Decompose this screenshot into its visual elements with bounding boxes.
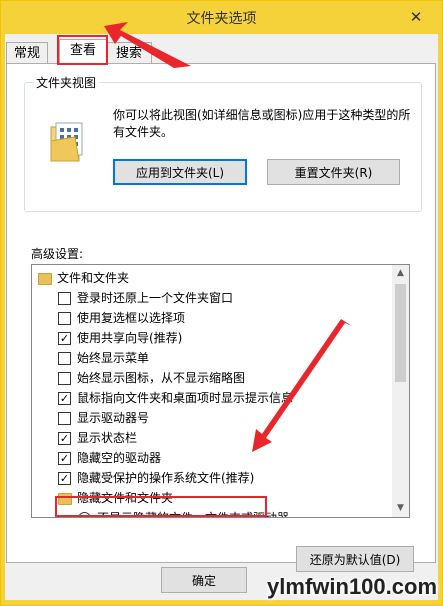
protected-files-highlight	[55, 496, 267, 517]
checkbox-label: 隐藏受保护的操作系统文件(推荐)	[77, 471, 255, 485]
tab-view-highlight	[57, 35, 108, 65]
view-tab-panel: 文件夹视图 你可以将此视图(如详细信息或图标)应用于这种类型的所有文件夹。 应用…	[6, 63, 436, 572]
advanced-settings-label: 高级设置:	[31, 247, 84, 261]
checkbox-label: 隐藏空的驱动器	[77, 451, 162, 465]
scroll-up-icon[interactable]: ▲	[392, 265, 409, 282]
checkbox-label: 显示驱动器号	[77, 411, 150, 425]
checkbox-checked[interactable]: ✓	[58, 432, 71, 445]
folder-views-legend: 文件夹视图	[33, 74, 100, 91]
checkbox-unchecked[interactable]	[58, 312, 71, 325]
folder-views-group: 文件夹视图 你可以将此视图(如详细信息或图标)应用于这种类型的所有文件夹。 应用…	[24, 74, 422, 212]
checkbox-unchecked[interactable]	[58, 412, 71, 425]
checkbox-label: 使用共享向导(推荐)	[77, 331, 183, 345]
checkbox-checked[interactable]: ✓	[58, 392, 71, 405]
dialog-client: 常规 查看 搜索 文件夹视图 你可以将此视图(如详细信息或图标)应用于这种类型的…	[5, 34, 438, 600]
restore-defaults-button[interactable]: 还原为默认值(D)	[296, 546, 414, 572]
folder-options-window: 文件夹选项 ✕ 常规 查看 搜索 文件夹视图 你可以将此视图(如详细信息或图标)…	[0, 0, 443, 606]
checkbox-label: 显示状态栏	[77, 431, 138, 445]
scroll-down-icon[interactable]: ▼	[392, 500, 409, 517]
reset-folders-button[interactable]: 重置文件夹(R)	[267, 159, 400, 185]
tab-general[interactable]: 常规	[6, 42, 48, 64]
checkbox-label: 登录时还原上一个文件夹窗口	[77, 291, 234, 305]
checkbox-checked[interactable]: ✓	[58, 332, 71, 345]
checkbox-label: 鼠标指向文件夹和桌面项时显示提示信息	[77, 391, 294, 405]
checkbox-label: 始终显示菜单	[77, 351, 150, 365]
close-icon[interactable]: ✕	[408, 9, 424, 25]
checkbox-unchecked[interactable]	[58, 352, 71, 365]
title-bar[interactable]: 文件夹选项 ✕	[1, 1, 442, 34]
vertical-scrollbar[interactable]: ▲ ▼	[392, 265, 409, 517]
folder-icon	[38, 273, 52, 285]
watermark-logo: ylmfwin100.com	[267, 574, 437, 599]
checkbox-label: 使用复选框以选择项	[77, 311, 186, 325]
advanced-settings-list[interactable]: 文件和文件夹 登录时还原上一个文件夹窗口 使用复选框以选择项 ✓ 使用共享向导(推荐)…	[31, 264, 410, 518]
checkbox-label: 始终显示图标，从不显示缩略图	[77, 371, 246, 385]
window-title: 文件夹选项	[186, 11, 257, 27]
checkbox-checked[interactable]: ✓	[58, 472, 71, 485]
scrollbar-thumb[interactable]	[395, 284, 406, 382]
apply-to-folders-button[interactable]: 应用到文件夹(L)	[113, 159, 247, 185]
folder-view-icon	[50, 122, 83, 162]
ok-button[interactable]: 确定	[161, 567, 247, 593]
tab-search[interactable]: 搜索	[106, 42, 152, 64]
folder-views-description: 你可以将此视图(如详细信息或图标)应用于这种类型的所有文件夹。	[113, 108, 411, 139]
checkbox-unchecked[interactable]	[58, 372, 71, 385]
checkbox-unchecked[interactable]	[58, 292, 71, 305]
checkbox-checked[interactable]: ✓	[58, 452, 71, 465]
